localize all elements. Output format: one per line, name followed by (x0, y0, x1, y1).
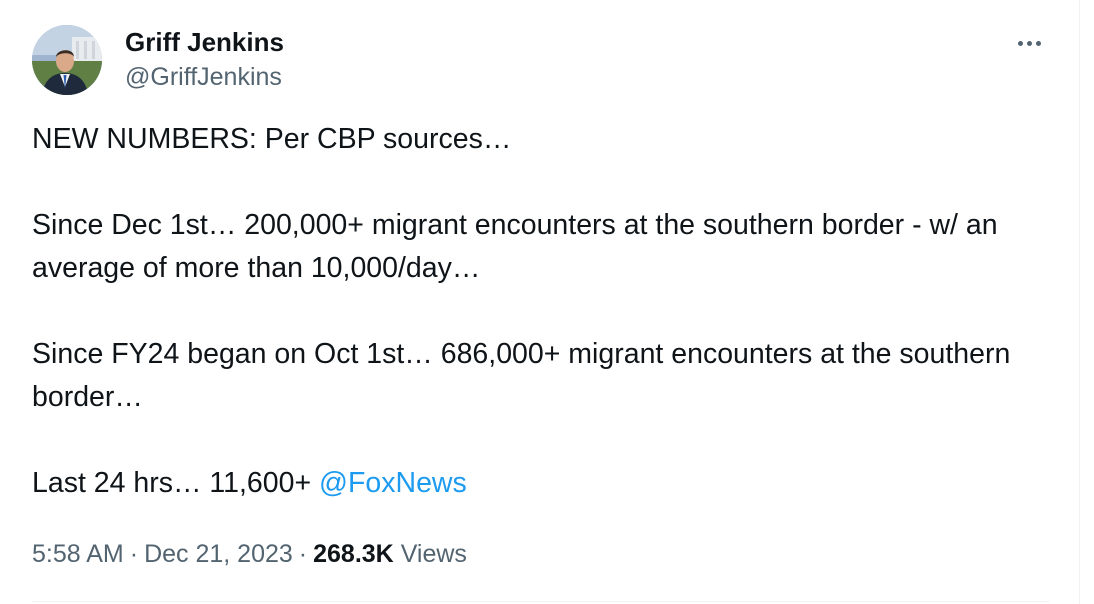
tweet-paragraph: NEW NUMBERS: Per CBP sources… (32, 123, 512, 155)
avatar[interactable] (32, 25, 102, 95)
tweet-card: Griff Jenkins @GriffJenkins NEW NUMBERS:… (0, 0, 1080, 604)
more-horizontal-icon-dot (1035, 40, 1041, 46)
avatar-photo (32, 25, 102, 95)
tweet-header: Griff Jenkins @GriffJenkins (32, 25, 1049, 97)
divider (32, 601, 1049, 602)
more-horizontal-icon (1017, 40, 1023, 46)
mention-link[interactable]: @FoxNews (319, 467, 467, 499)
tweet-paragraph: Since Dec 1st… 200,000+ migrant encounte… (32, 209, 998, 284)
tweet-text: NEW NUMBERS: Per CBP sources… Since Dec … (32, 118, 1042, 505)
more-horizontal-icon-dot (1026, 40, 1032, 46)
tweet-paragraph: Last 24 hrs… 11,600+ @FoxNews (32, 462, 1042, 505)
tweet-date[interactable]: Dec 21, 2023 (144, 540, 293, 568)
meta-separator: · (129, 540, 139, 568)
views-count: 268.3K (313, 540, 394, 568)
more-options-button[interactable] (1009, 29, 1049, 57)
tweet-paragraph: Since FY24 began on Oct 1st… 686,000+ mi… (32, 338, 1011, 413)
tweet-meta: 5:58 AM · Dec 21, 2023 · 268.3K Views (32, 536, 467, 572)
author-names: Griff Jenkins @GriffJenkins (125, 25, 284, 93)
meta-separator: · (298, 540, 308, 568)
tweet-paragraph-text: Last 24 hrs… 11,600+ (32, 467, 320, 499)
views-label[interactable]: Views (401, 540, 467, 568)
tweet-time[interactable]: 5:58 AM (32, 540, 124, 568)
author-display-name[interactable]: Griff Jenkins (125, 26, 284, 58)
author-handle[interactable]: @GriffJenkins (125, 61, 284, 93)
